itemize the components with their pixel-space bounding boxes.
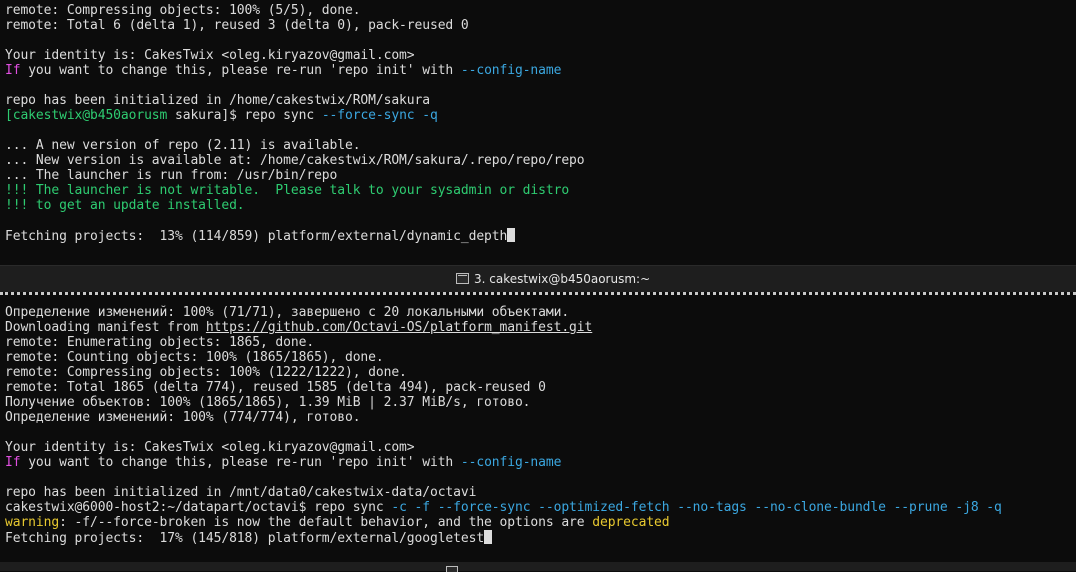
terminal-line: remote: Enumerating objects: 1865, done. [5, 335, 1076, 350]
terminal-line: Downloading manifest from https://github… [5, 320, 1076, 335]
terminal-text-segment: --config-name [460, 63, 562, 78]
terminal-line: remote: Compressing objects: 100% (5/5),… [5, 3, 1076, 18]
terminal-text-segment: remote: Counting objects: 100% (1865/186… [5, 350, 384, 365]
terminal-pane-top[interactable]: remote: Compressing objects: 100% (5/5),… [0, 0, 1076, 265]
terminal-text-segment: ... The launcher is run from: /usr/bin/r… [5, 168, 338, 183]
terminal-text-segment: Fetching projects: 13% (114/859) platfor… [5, 229, 508, 244]
terminal-text-segment: Получение объектов: 100% (1865/1865), 1.… [5, 395, 531, 410]
terminal-line: Определение изменений: 100% (774/774), г… [5, 410, 1076, 425]
terminal-text-segment: If [5, 455, 21, 470]
terminal-text-segment: ... A new version of repo (2.11) is avai… [5, 138, 361, 153]
terminal-text-segment: cakestwix@6000-host2:~/datapart/octavi$ … [5, 500, 392, 515]
terminal-line: ... New version is available at: /home/c… [5, 153, 1076, 168]
terminal-text-segment: remote: Total 1865 (delta 774), reused 1… [5, 380, 546, 395]
terminal-text-segment: deprecated [592, 515, 670, 530]
terminal-text-segment: --force-sync -q [321, 108, 438, 123]
terminal-line: cakestwix@6000-host2:~/datapart/octavi$ … [5, 500, 1076, 515]
terminal-text-segment: Your identity is: CakesTwix <oleg.kiryaz… [5, 48, 415, 63]
terminal-cursor [484, 530, 493, 544]
terminal-text-segment: repo has been initialized in /home/cakes… [5, 93, 430, 108]
terminal-text-segment: Определение изменений: 100% (774/774), г… [5, 410, 361, 425]
terminal-line: Fetching projects: 17% (145/818) platfor… [5, 530, 1076, 546]
terminal-line: remote: Total 1865 (delta 774), reused 1… [5, 380, 1076, 395]
terminal-text-segment: you want to change this, please re-run '… [20, 63, 461, 78]
terminal-output-top: remote: Compressing objects: 100% (5/5),… [0, 0, 1076, 244]
terminal-line: !!! The launcher is not writable. Please… [5, 183, 1076, 198]
terminal-text-segment: Your identity is: CakesTwix <oleg.kiryaz… [5, 440, 415, 455]
terminal-line: [cakestwix@b450aorusm sakura]$ repo sync… [5, 108, 1076, 123]
terminal-text-segment: remote: Enumerating objects: 1865, done. [5, 335, 315, 350]
terminal-text-segment: !!! The launcher is not writable. Please… [5, 183, 570, 198]
terminal-text-segment: you want to change this, please re-run '… [20, 455, 461, 470]
terminal-text-segment: warning [5, 515, 60, 530]
terminal-output-bottom: Определение изменений: 100% (71/71), зав… [0, 302, 1076, 546]
terminal-line: Your identity is: CakesTwix <oleg.kiryaz… [5, 440, 1076, 455]
terminal-line: Fetching projects: 13% (114/859) platfor… [5, 228, 1076, 244]
terminal-text-segment: sakura]$ repo sync [167, 108, 322, 123]
terminal-line: !!! to get an update installed. [5, 198, 1076, 213]
terminal-line: repo has been initialized in /mnt/data0/… [5, 485, 1076, 500]
terminal-line: If you want to change this, please re-ru… [5, 63, 1076, 78]
terminal-text-segment: Fetching projects: 17% (145/818) platfor… [5, 531, 485, 546]
terminal-text-segment: [cakestwix@b450aorusm [5, 108, 168, 123]
terminal-text-segment: remote: Compressing objects: 100% (5/5),… [5, 3, 361, 18]
terminal-text-segment: !!! to get an update installed. [5, 198, 245, 213]
terminal-text-segment: repo has been initialized in /mnt/data0/… [5, 485, 477, 500]
terminal-icon [456, 273, 469, 284]
terminal-tab-title: 3. cakestwix@b450aorusm:~ [474, 272, 651, 286]
terminal-text-segment: Downloading manifest from [5, 320, 206, 335]
terminal-pane-bottom[interactable]: Определение изменений: 100% (71/71), зав… [0, 302, 1076, 562]
terminal-text-segment: ... New version is available at: /home/c… [5, 153, 585, 168]
terminal-line: Получение объектов: 100% (1865/1865), 1.… [5, 395, 1076, 410]
terminal-line: ... A new version of repo (2.11) is avai… [5, 138, 1076, 153]
terminal-tab-bar: 3. cakestwix@b450aorusm:~ [0, 265, 1076, 293]
terminal-link[interactable]: https://github.com/Octavi-OS/platform_ma… [206, 320, 592, 335]
terminal-text-segment: remote: Compressing objects: 100% (1222/… [5, 365, 407, 380]
terminal-line: If you want to change this, please re-ru… [5, 455, 1076, 470]
terminal-line: warning: -f/--force-broken is now the de… [5, 515, 1076, 530]
pane-split-divider[interactable] [0, 292, 1076, 301]
terminal-line: remote: Counting objects: 100% (1865/186… [5, 350, 1076, 365]
terminal-text-segment: remote: Total 6 (delta 1), reused 3 (del… [5, 18, 469, 33]
terminal-tab-marker-icon[interactable] [446, 566, 458, 572]
terminal-line: Определение изменений: 100% (71/71), зав… [5, 305, 1076, 320]
terminal-line: repo has been initialized in /home/cakes… [5, 93, 1076, 108]
terminal-text-segment: -c -f --force-sync --optimized-fetch --n… [391, 500, 1002, 515]
terminal-line: ... The launcher is run from: /usr/bin/r… [5, 168, 1076, 183]
terminal-line: remote: Total 6 (delta 1), reused 3 (del… [5, 18, 1076, 33]
terminal-line: remote: Compressing objects: 100% (1222/… [5, 365, 1076, 380]
terminal-text-segment: If [5, 63, 21, 78]
terminal-cursor [507, 228, 516, 242]
terminal-line: Your identity is: CakesTwix <oleg.kiryaz… [5, 48, 1076, 63]
terminal-tab[interactable]: 3. cakestwix@b450aorusm:~ [456, 266, 650, 293]
terminal-tab-bar-bottom [0, 562, 1076, 571]
terminal-text-segment: Определение изменений: 100% (71/71), зав… [5, 305, 570, 320]
terminal-text-segment: : -f/--force-broken is now the default b… [59, 515, 593, 530]
terminal-text-segment: --config-name [460, 455, 562, 470]
